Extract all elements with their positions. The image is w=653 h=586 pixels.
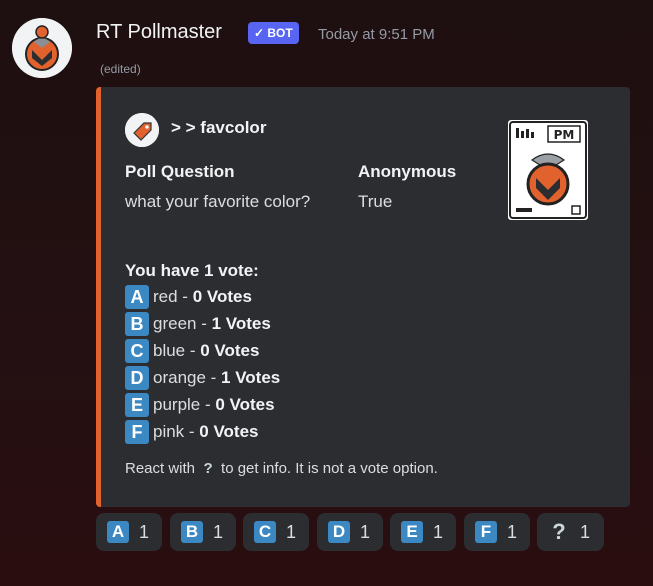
poll-option-e: Epurple - 0 Votes xyxy=(125,393,275,417)
regional-e-icon: E xyxy=(401,521,423,543)
embed-author: > > favcolor xyxy=(171,118,267,137)
option-separator: - xyxy=(205,368,222,387)
poll-option-a: Ared - 0 Votes xyxy=(125,285,252,309)
embed-thumbnail[interactable]: PM xyxy=(508,120,588,220)
poll-option-b: Bgreen - 1 Votes xyxy=(125,312,271,336)
author-icon xyxy=(125,113,159,147)
poll-option-d: Dorange - 1 Votes xyxy=(125,366,280,390)
field-name-question: Poll Question xyxy=(125,162,235,181)
regional-c-icon: C xyxy=(254,521,276,543)
field-name-anonymous: Anonymous xyxy=(358,162,457,181)
reaction-e[interactable]: E 1 xyxy=(390,513,456,551)
reaction-question[interactable]: ? 1 xyxy=(537,513,604,551)
option-vote-count: 0 Votes xyxy=(199,422,259,441)
option-name: blue xyxy=(153,341,186,360)
regional-d-icon: D xyxy=(328,521,350,543)
option-name: green xyxy=(153,314,197,333)
reaction-f[interactable]: F 1 xyxy=(464,513,530,551)
field-value-question: what your favorite color? xyxy=(125,192,311,211)
reaction-count: 1 xyxy=(433,522,444,542)
info-text-after: to get info. It is not a vote option. xyxy=(221,460,438,477)
poll-option-c: Cblue - 0 Votes xyxy=(125,339,259,363)
regional-b-icon: B xyxy=(125,312,149,336)
poll-embed: > > favcolor Poll Question what your fav… xyxy=(96,87,630,507)
option-separator: - xyxy=(185,341,201,360)
option-separator: - xyxy=(184,422,200,441)
regional-a-icon: A xyxy=(125,285,149,309)
regional-b-icon: B xyxy=(181,521,203,543)
option-vote-count: 0 Votes xyxy=(215,395,275,414)
option-separator: - xyxy=(177,287,193,306)
tag-icon xyxy=(125,113,159,147)
reaction-b[interactable]: B 1 xyxy=(170,513,236,551)
bot-badge: ✓ BOT xyxy=(248,22,299,44)
pollmaster-logo-icon xyxy=(12,18,72,78)
option-name: orange xyxy=(153,368,206,387)
bot-avatar[interactable] xyxy=(12,18,72,78)
reaction-count: 1 xyxy=(580,522,591,542)
pollmaster-thumbnail-icon: PM xyxy=(509,121,587,219)
votes-heading: You have 1 vote: xyxy=(125,261,259,280)
option-vote-count: 0 Votes xyxy=(192,287,252,306)
info-text-before: React with xyxy=(125,460,196,477)
reaction-count: 1 xyxy=(139,522,150,542)
option-vote-count: 1 Votes xyxy=(211,314,271,333)
thumbnail-label: PM xyxy=(554,128,575,142)
reaction-count: 1 xyxy=(507,522,518,542)
option-name: purple xyxy=(153,395,201,414)
option-name: pink xyxy=(153,422,185,441)
option-name: red xyxy=(153,287,178,306)
poll-option-f: Fpink - 0 Votes xyxy=(125,420,259,444)
regional-a-icon: A xyxy=(107,521,129,543)
message-timestamp[interactable]: Today at 9:51 PM xyxy=(318,26,435,43)
regional-e-icon: E xyxy=(125,393,149,417)
edited-label: (edited) xyxy=(100,62,141,76)
reaction-count: 1 xyxy=(213,522,224,542)
question-mark-icon: ? xyxy=(203,460,213,477)
field-value-anonymous: True xyxy=(358,192,393,211)
option-separator: - xyxy=(196,314,212,333)
option-separator: - xyxy=(200,395,216,414)
reaction-count: 1 xyxy=(286,522,297,542)
question-mark-icon: ? xyxy=(552,519,566,544)
reaction-c[interactable]: C 1 xyxy=(243,513,309,551)
regional-c-icon: C xyxy=(125,339,149,363)
option-vote-count: 1 Votes xyxy=(221,368,281,387)
reaction-a[interactable]: A 1 xyxy=(96,513,162,551)
regional-d-icon: D xyxy=(125,366,149,390)
reaction-count: 1 xyxy=(360,522,371,542)
reaction-d[interactable]: D 1 xyxy=(317,513,383,551)
option-vote-count: 0 Votes xyxy=(200,341,260,360)
info-note: React with? to get info. It is not a vote… xyxy=(125,460,438,477)
regional-f-icon: F xyxy=(475,521,497,543)
bot-username[interactable]: RT Pollmaster xyxy=(96,21,222,44)
regional-f-icon: F xyxy=(125,420,149,444)
